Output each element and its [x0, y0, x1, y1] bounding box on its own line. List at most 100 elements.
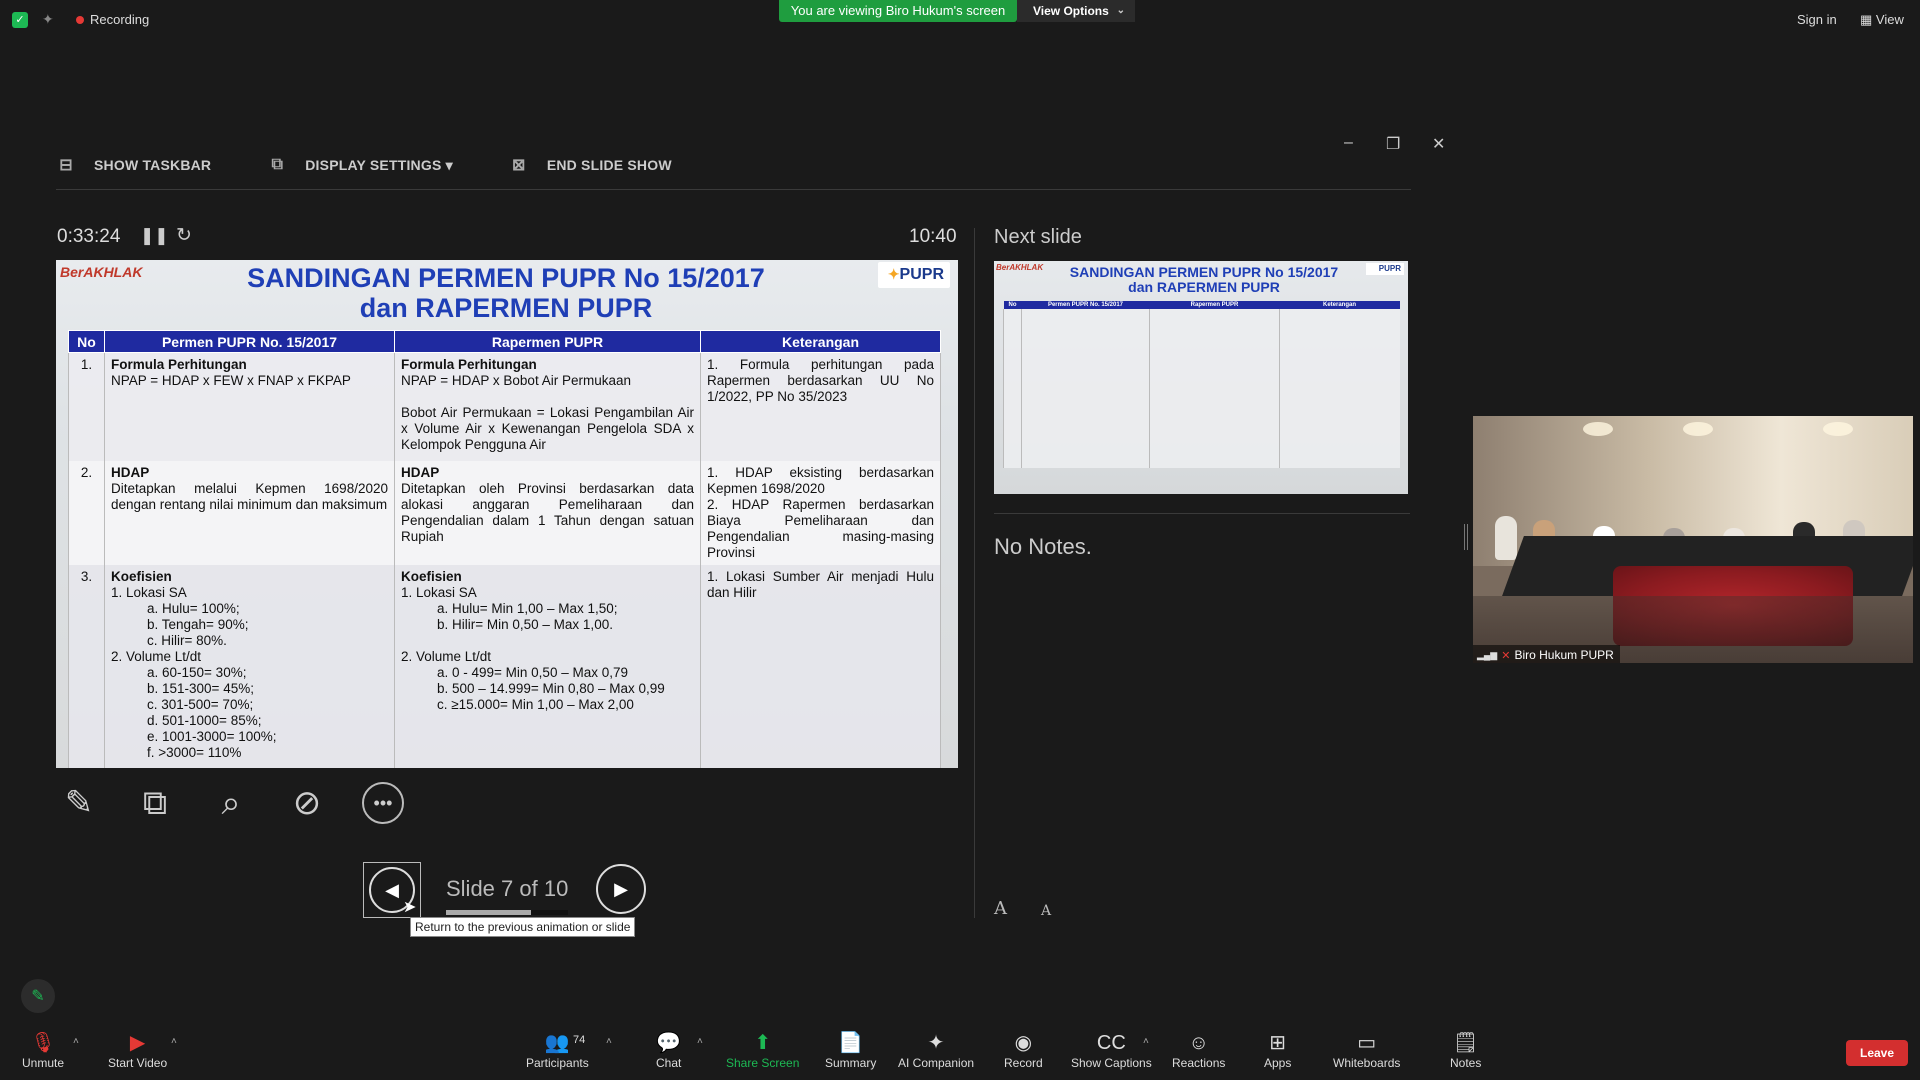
display-settings-button[interactable]: ⧉ DISPLAY SETTINGS ▾ — [267, 156, 453, 174]
record-button[interactable]: ◉ Record — [1004, 1030, 1043, 1070]
end-slide-show-label: END SLIDE SHOW — [546, 157, 672, 173]
previous-slide-tooltip: Return to the previous animation or slid… — [410, 917, 636, 937]
cell-text: c. Hilir= 80%. — [147, 632, 227, 648]
recording-label: Recording — [90, 12, 150, 27]
show-captions-button[interactable]: CC Show Captions — [1071, 1030, 1152, 1070]
ai-companion-label: AI Companion — [898, 1056, 975, 1070]
shield-icon[interactable]: ✓ — [12, 12, 28, 28]
cell-text: Bobot Air Permukaan = Lokasi Pengambilan… — [401, 405, 694, 452]
video-off-icon: ▶ — [129, 1032, 146, 1054]
pause-icon[interactable]: ❚❚ — [140, 226, 169, 246]
unmute-button[interactable]: 🎙 Unmute — [22, 1030, 64, 1070]
unmute-label: Unmute — [22, 1056, 65, 1070]
table-header-cell: Permen PUPR No. 15/2017 — [1021, 301, 1150, 309]
video-options-chevron-icon[interactable]: ˄ — [171, 1036, 177, 1047]
black-screen-icon[interactable]: ⊘ — [286, 782, 328, 824]
notes-divider — [994, 513, 1410, 514]
table-cell: HDAP Ditetapkan oleh Provinsi berdasarka… — [394, 460, 701, 565]
minimize-icon[interactable]: – — [1344, 134, 1353, 152]
view-button[interactable]: ▦ View — [1860, 12, 1904, 28]
cell-text: 2. HDAP Rapermen berdasarkan Biaya Pemel… — [707, 496, 934, 560]
participant-name-tag: ▂▄▆ ✕ Biro Hukum PUPR — [1473, 645, 1620, 663]
table-header-cell: Rapermen PUPR — [394, 330, 701, 353]
view-options-button[interactable]: View Options ⌄ — [1017, 0, 1135, 22]
participant-video[interactable]: ▂▄▆ ✕ Biro Hukum PUPR — [1473, 416, 1913, 663]
start-video-button[interactable]: ▶ Start Video — [108, 1030, 167, 1070]
slide-title-line2: dan RAPERMEN PUPR — [359, 293, 653, 323]
mic-muted-icon: 🎙 — [30, 1032, 56, 1054]
table-cell — [1279, 309, 1400, 468]
cell-title: HDAP — [401, 464, 440, 480]
table-header-cell: No — [1003, 301, 1022, 309]
restart-timer-icon[interactable]: ↻ — [176, 224, 192, 247]
pane-divider[interactable] — [974, 228, 975, 918]
ai-companion-button[interactable]: ✦ AI Companion — [898, 1030, 974, 1070]
notes-button[interactable]: 🗒 Notes — [1450, 1030, 1481, 1070]
record-icon: ◉ — [1014, 1032, 1033, 1054]
start-video-label: Start Video — [108, 1056, 168, 1070]
cell-text: 1. HDAP eksisting berdasarkan Kepmen 169… — [707, 464, 934, 496]
video-drag-handle[interactable] — [1464, 524, 1468, 550]
sparkle-icon[interactable]: ✦ — [42, 11, 54, 28]
view-options-label: View Options — [1033, 4, 1109, 18]
speaker-notes[interactable]: No Notes. — [994, 534, 1092, 560]
cell-text: b. 500 – 14.999= Min 0,80 – Max 0,99 — [437, 680, 665, 696]
audio-options-chevron-icon[interactable]: ˄ — [73, 1036, 79, 1047]
share-screen-button[interactable]: ⬆ Share Screen — [726, 1030, 799, 1070]
table-cell — [1003, 309, 1022, 468]
annotate-pencil-icon[interactable]: ✎ — [21, 979, 55, 1013]
chat-chevron-icon[interactable]: ˄ — [697, 1036, 703, 1047]
view-layout-icon: ▦ — [1860, 12, 1876, 27]
leave-button[interactable]: Leave — [1846, 1040, 1908, 1066]
video-person — [1495, 516, 1517, 560]
slide-counter[interactable]: Slide 7 of 10 — [446, 876, 568, 902]
ai-sparkle-icon: ✦ — [927, 1032, 945, 1054]
summary-button[interactable]: 📄 Summary — [825, 1030, 876, 1070]
pupr-logo: ✦PUPR — [878, 262, 950, 288]
next-slide-thumbnail[interactable]: BerAKHLAK PUPR SANDINGAN PERMEN PUPR No … — [994, 261, 1408, 494]
berakhlak-logo: BerAKHLAK — [996, 263, 1044, 272]
row-number: 1. — [68, 352, 105, 461]
see-all-slides-icon[interactable]: ⧉ — [134, 782, 176, 824]
toolbar-divider — [56, 189, 1411, 190]
whiteboards-label: Whiteboards — [1333, 1056, 1401, 1070]
current-slide[interactable]: BerAKHLAK ✦PUPR SANDINGAN PERMEN PUPR No… — [56, 260, 958, 768]
cell-text: a. 0 - 499= Min 0,50 – Max 0,79 — [437, 664, 628, 680]
notes-label: Notes — [1450, 1056, 1482, 1070]
close-icon[interactable]: ✕ — [1432, 134, 1445, 154]
zoom-magnifier-icon[interactable]: ⌕ — [210, 782, 252, 824]
pen-tool-icon[interactable]: ✎ — [58, 782, 100, 824]
ceiling-light — [1683, 422, 1713, 436]
apps-button[interactable]: ⊞ Apps — [1264, 1030, 1291, 1070]
cell-text: c. 301-500= 70%; — [147, 696, 254, 712]
cell-text: NPAP = HDAP x FEW x FNAP x FKPAP — [111, 373, 351, 388]
show-taskbar-label: SHOW TASKBAR — [94, 157, 212, 173]
participants-chevron-icon[interactable]: ˄ — [606, 1036, 612, 1047]
berakhlak-logo: BerAKHLAK — [60, 264, 143, 280]
end-slide-show-button[interactable]: ⊠ END SLIDE SHOW — [509, 155, 672, 175]
next-arrow-icon: ▶ — [614, 878, 628, 899]
cell-title: Koefisien — [401, 568, 462, 584]
captions-chevron-icon[interactable]: ˄ — [1143, 1036, 1149, 1047]
table-cell: Koefisien 1. Lokasi SA a. Hulu= 100%; b.… — [104, 564, 395, 768]
chat-button[interactable]: 💬 Chat — [656, 1030, 681, 1070]
whiteboards-button[interactable]: ▭ Whiteboards — [1333, 1030, 1400, 1070]
apps-icon: ⊞ — [1269, 1032, 1287, 1054]
pupr-logo: PUPR — [1366, 263, 1404, 275]
participants-label: Participants — [526, 1056, 589, 1070]
next-slide-button[interactable]: ▶ — [596, 864, 646, 914]
table-row: 1. Formula Perhitungan NPAP = HDAP x FEW… — [68, 352, 941, 461]
increase-font-button[interactable]: A — [994, 898, 1007, 919]
mic-muted-icon: ✕ — [1501, 649, 1511, 662]
show-taskbar-button[interactable]: ⊟ SHOW TASKBAR — [56, 155, 211, 175]
decrease-font-button[interactable]: A — [1041, 903, 1051, 919]
recording-indicator[interactable]: Recording — [76, 12, 149, 27]
restore-icon[interactable]: ❐ — [1386, 134, 1400, 154]
top-bar: ✓ ✦ Recording You are viewing Biro Hukum… — [0, 0, 1920, 40]
cell-title: Formula Perhitungan — [401, 357, 537, 372]
comparison-table: No Permen PUPR No. 15/2017 Rapermen PUPR… — [68, 330, 941, 768]
reactions-button[interactable]: ☺ Reactions — [1172, 1030, 1225, 1070]
sign-in-button[interactable]: Sign in — [1797, 12, 1837, 27]
chat-label: Chat — [656, 1056, 682, 1070]
more-options-icon[interactable]: ••• — [362, 782, 404, 824]
